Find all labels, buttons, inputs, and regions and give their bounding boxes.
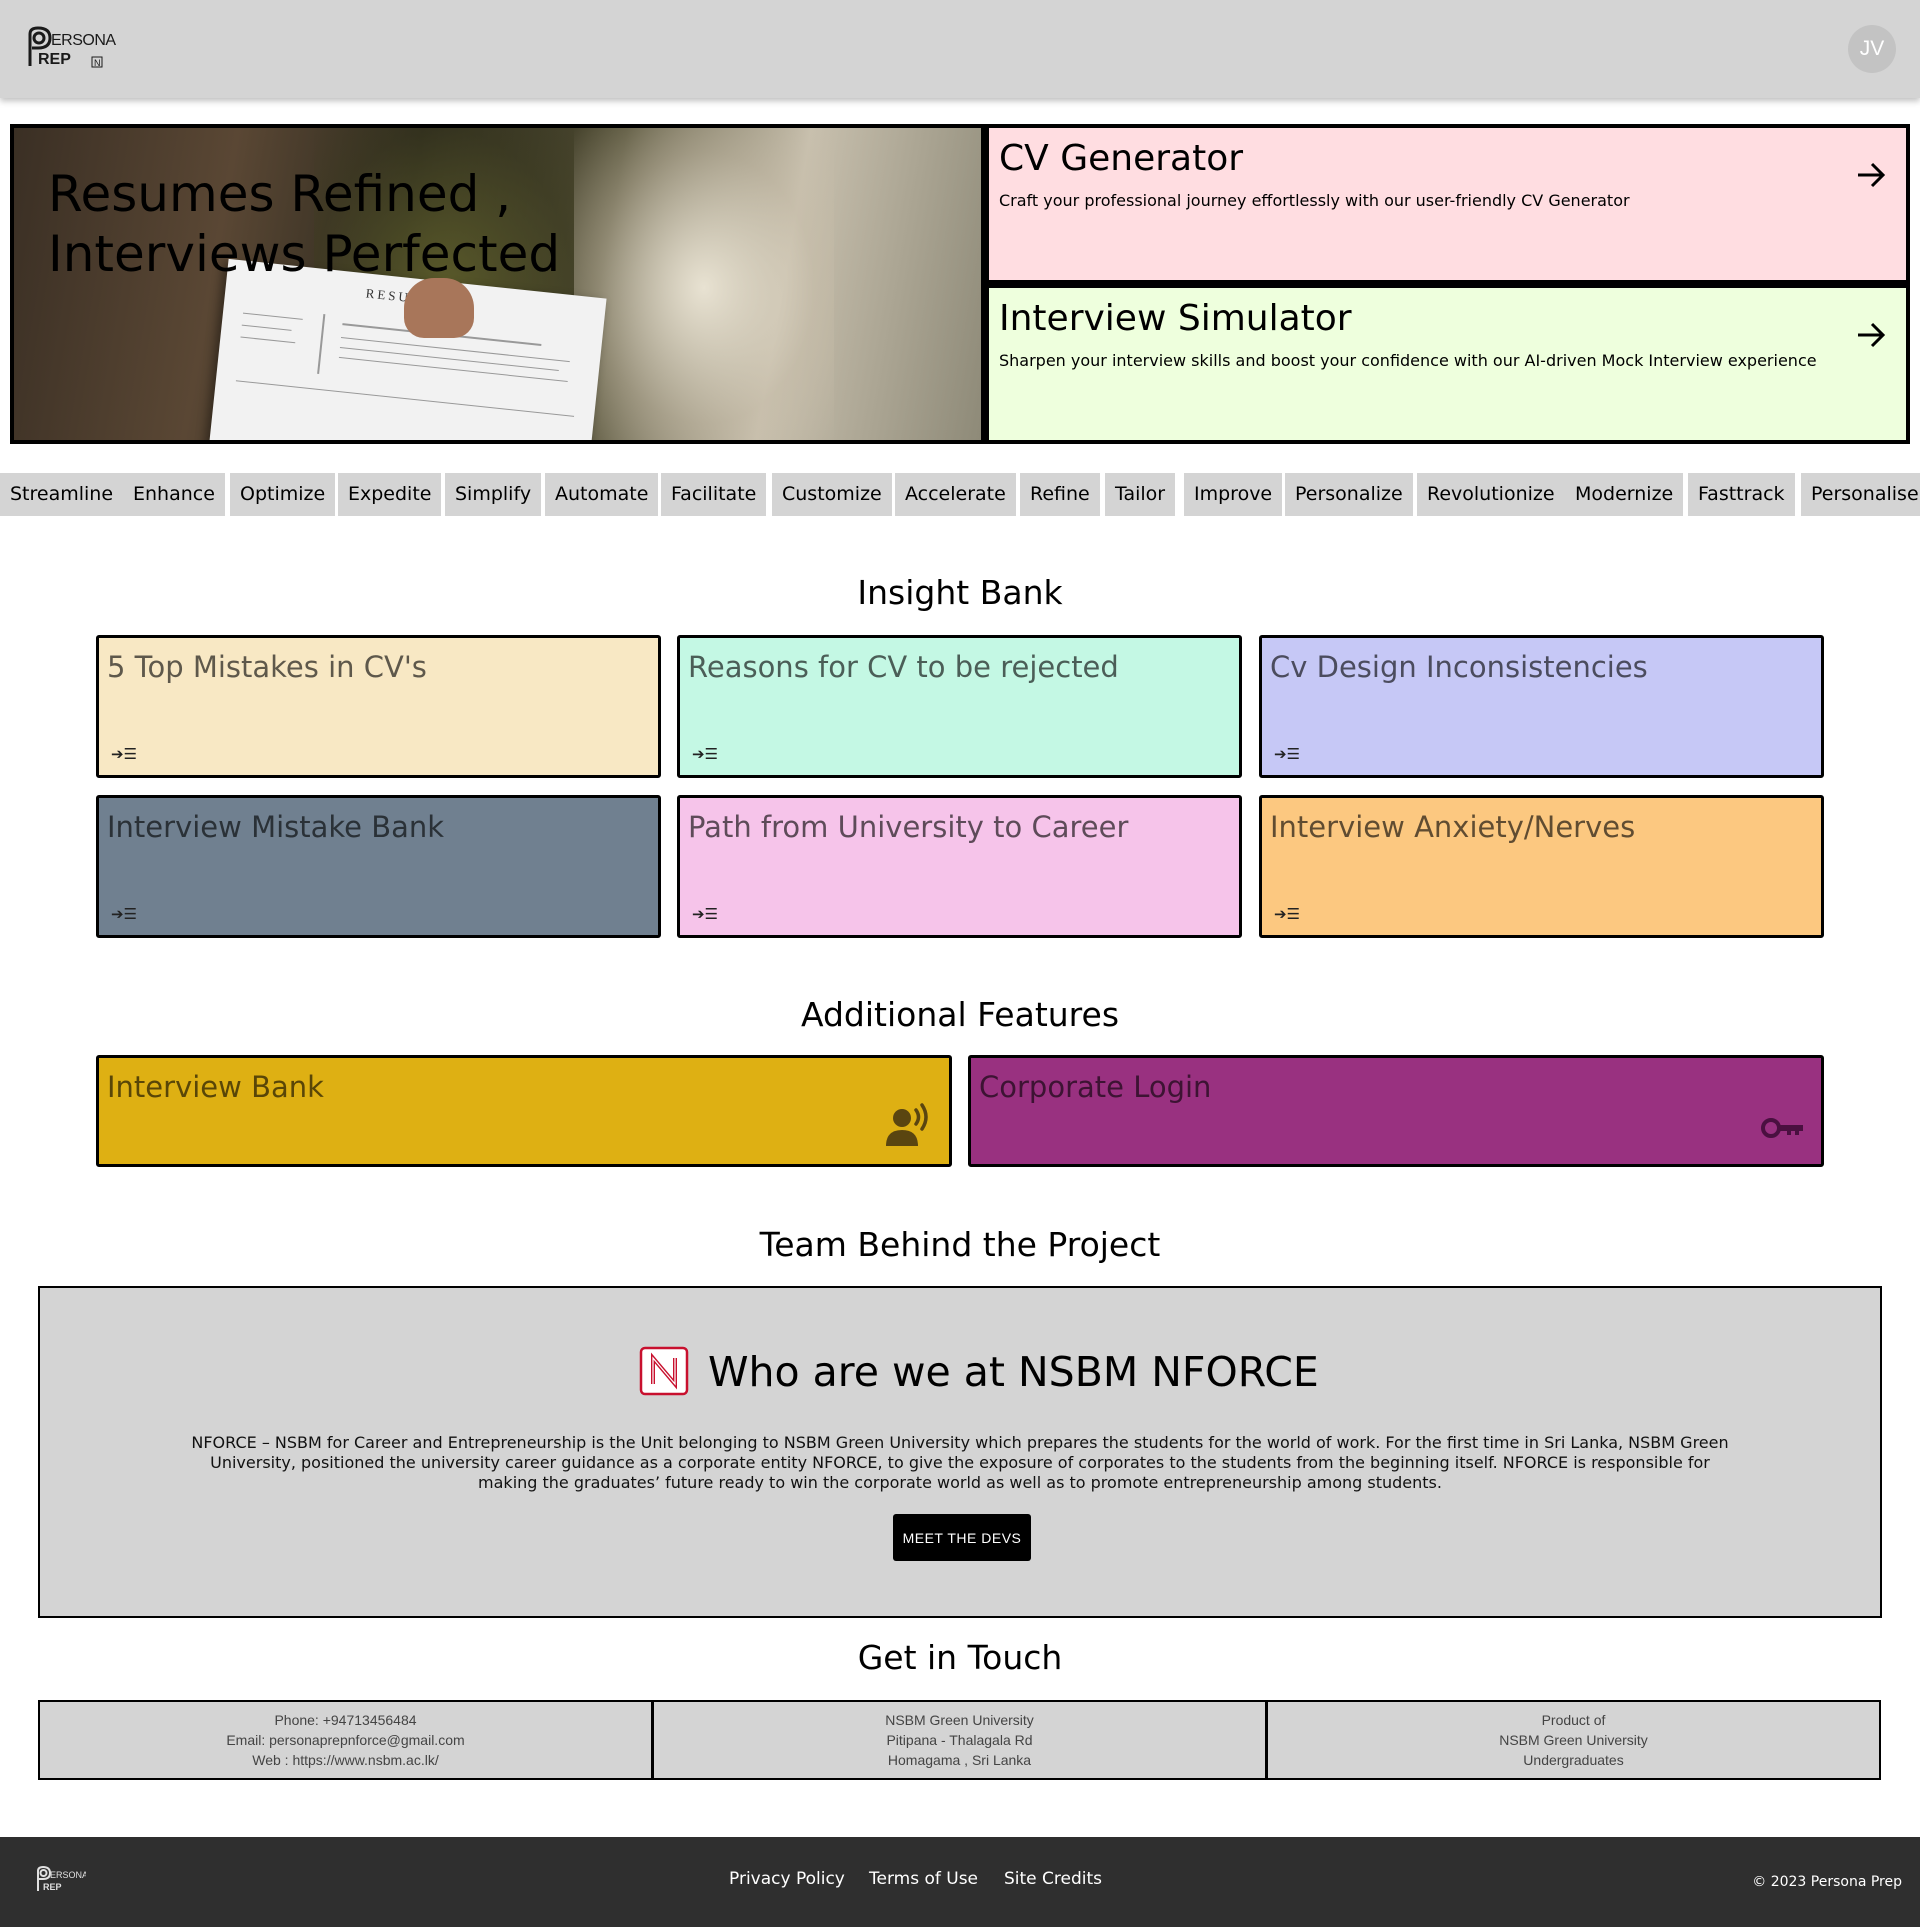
get-in-touch-title: Get in Touch xyxy=(857,1638,1063,1677)
card-description: Craft your professional journey effortle… xyxy=(999,191,1630,210)
corporate-login-card[interactable]: Corporate Login xyxy=(968,1055,1824,1167)
insight-card[interactable]: Interview Anxiety/Nerves ➔☰ xyxy=(1259,795,1824,938)
persona-prep-logo[interactable]: ERSONA REP N xyxy=(24,24,120,72)
hero-title: Resumes Refined , Interviews Perfected xyxy=(48,165,561,283)
speaking-person-icon xyxy=(886,1103,928,1146)
privacy-policy-link[interactable]: Privacy Policy xyxy=(729,1869,845,1889)
ticker-word: Personalize xyxy=(1285,473,1413,516)
ticker-word: Revolutionize xyxy=(1417,473,1565,516)
contact-box: Phone: +94713456484 Email: personaprepnf… xyxy=(38,1700,653,1780)
interview-bank-card[interactable]: Interview Bank xyxy=(96,1055,952,1167)
ticker-word: Refine xyxy=(1020,473,1100,516)
ticker-word: Accelerate xyxy=(895,473,1016,516)
ticker-word: Fasttrack xyxy=(1688,473,1795,516)
svg-text:N: N xyxy=(94,58,101,68)
expand-list-icon[interactable]: ➔☰ xyxy=(692,745,718,763)
arrow-right-icon[interactable] xyxy=(1854,158,1888,192)
ticker-word: Enhance xyxy=(123,473,225,516)
ticker-word: Expedite xyxy=(338,473,442,516)
insight-card[interactable]: Interview Mistake Bank ➔☰ xyxy=(96,795,661,938)
user-avatar[interactable]: JV xyxy=(1848,25,1896,73)
card-title: CV Generator xyxy=(999,138,1244,179)
ticker-word: Modernize xyxy=(1565,473,1684,516)
arrow-right-icon[interactable] xyxy=(1854,318,1888,352)
expand-list-icon[interactable]: ➔☰ xyxy=(1274,905,1300,923)
team-panel: Who are we at NSBM NFORCE NFORCE – NSBM … xyxy=(38,1286,1882,1618)
svg-text:REP: REP xyxy=(43,1882,62,1892)
keyword-ticker: Streamline Enhance Optimize Expedite Sim… xyxy=(0,473,1920,516)
insight-card[interactable]: 5 Top Mistakes in CV's ➔☰ xyxy=(96,635,661,778)
svg-text:REP: REP xyxy=(38,51,71,68)
team-section-title: Team Behind the Project xyxy=(759,1225,1161,1264)
copyright-text: © 2023 Persona Prep xyxy=(1752,1874,1902,1890)
card-description: Sharpen your interview skills and boost … xyxy=(999,351,1817,370)
ticker-word: Streamline xyxy=(0,473,124,516)
expand-list-icon[interactable]: ➔☰ xyxy=(692,905,718,923)
expand-list-icon[interactable]: ➔☰ xyxy=(1274,745,1300,763)
terms-of-use-link[interactable]: Terms of Use xyxy=(869,1869,978,1889)
address-box: NSBM Green University Pitipana - Thalaga… xyxy=(652,1700,1267,1780)
site-footer: ERSONA REP Privacy Policy Terms of Use S… xyxy=(0,1837,1920,1927)
svg-text:ERSONA: ERSONA xyxy=(50,1870,86,1880)
expand-list-icon[interactable]: ➔☰ xyxy=(111,905,137,923)
persona-prep-logo[interactable]: ERSONA REP xyxy=(34,1865,86,1895)
site-credits-link[interactable]: Site Credits xyxy=(1004,1869,1102,1889)
ticker-word: Personalise xyxy=(1801,473,1920,516)
product-of-box: Product of NSBM Green University Undergr… xyxy=(1266,1700,1881,1780)
insight-card[interactable]: Cv Design Inconsistencies ➔☰ xyxy=(1259,635,1824,778)
card-title: Interview Simulator xyxy=(999,298,1352,339)
ticker-word: Tailor xyxy=(1105,473,1176,516)
ticker-word: Simplify xyxy=(445,473,542,516)
top-navbar: ERSONA REP N JV xyxy=(0,0,1920,98)
interview-simulator-card[interactable]: Interview Simulator Sharpen your intervi… xyxy=(985,284,1910,444)
insight-card[interactable]: Reasons for CV to be rejected ➔☰ xyxy=(677,635,1242,778)
nforce-logo-icon xyxy=(639,1346,689,1396)
ticker-word: Improve xyxy=(1184,473,1283,516)
ticker-word: Customize xyxy=(772,473,892,516)
team-description: NFORCE – NSBM for Career and Entrepreneu… xyxy=(191,1433,1729,1492)
team-heading: Who are we at NSBM NFORCE xyxy=(708,1348,1319,1396)
ticker-word: Optimize xyxy=(230,473,336,516)
svg-text:ERSONA: ERSONA xyxy=(51,32,116,49)
expand-list-icon[interactable]: ➔☰ xyxy=(111,745,137,763)
insight-card[interactable]: Path from University to Career ➔☰ xyxy=(677,795,1242,938)
key-icon xyxy=(1761,1118,1803,1138)
ticker-word: Automate xyxy=(545,473,659,516)
cv-generator-card[interactable]: CV Generator Craft your professional jou… xyxy=(985,124,1910,284)
additional-features-title: Additional Features xyxy=(800,995,1120,1034)
insight-bank-title: Insight Bank xyxy=(857,573,1063,612)
ticker-word: Facilitate xyxy=(661,473,767,516)
meet-the-devs-button[interactable]: MEET THE DEVS xyxy=(893,1514,1031,1561)
hero-banner: RESUME Resumes Refined , Interviews Perf… xyxy=(10,124,985,444)
